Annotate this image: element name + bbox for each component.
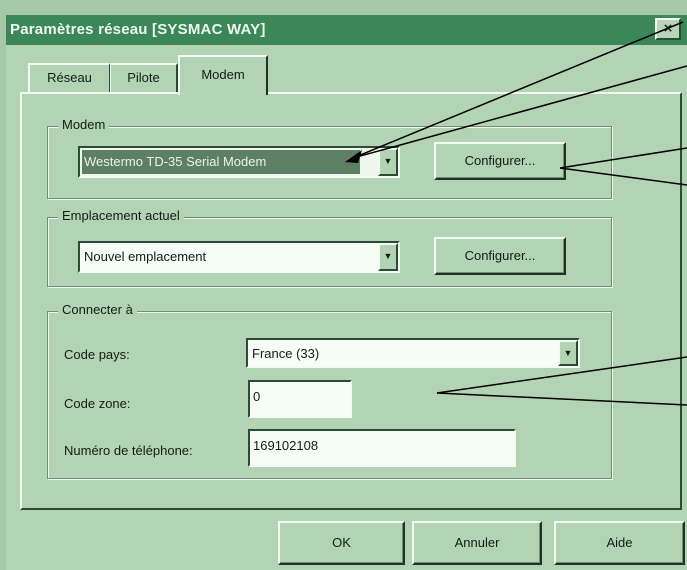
chevron-down-icon: ▼: [383, 251, 393, 261]
phone-number-label: Numéro de téléphone:: [64, 443, 193, 458]
country-dropdown-button[interactable]: ▼: [558, 340, 578, 366]
close-button[interactable]: ×: [655, 18, 681, 40]
modem-select-value: Westermo TD-35 Serial Modem: [82, 150, 360, 174]
country-code-value: France (33): [252, 346, 320, 361]
configure-location-button[interactable]: Configurer...: [434, 237, 566, 275]
location-group-label: Emplacement actuel: [58, 208, 184, 224]
tab-modem[interactable]: Modem: [178, 55, 268, 95]
close-icon: ×: [663, 20, 673, 37]
modem-group-label: Modem: [58, 117, 110, 133]
help-button[interactable]: Aide: [554, 521, 685, 565]
window-title: Paramètres réseau [SYSMAC WAY]: [10, 21, 266, 38]
tab-pilote[interactable]: Pilote: [110, 63, 178, 93]
configure-modem-button[interactable]: Configurer...: [434, 142, 566, 180]
area-code-input[interactable]: 0: [248, 380, 352, 418]
cancel-button[interactable]: Annuler: [412, 521, 542, 565]
connect-group-label: Connecter à: [58, 302, 137, 318]
location-select-value: Nouvel emplacement: [84, 249, 207, 264]
chevron-down-icon: ▼: [563, 348, 573, 358]
tab-reseau[interactable]: Réseau: [28, 63, 110, 93]
location-dropdown-button[interactable]: ▼: [378, 243, 398, 271]
phone-number-input[interactable]: 169102108: [248, 429, 516, 467]
location-select[interactable]: Nouvel emplacement ▼: [78, 241, 400, 273]
country-code-label: Code pays:: [64, 347, 130, 362]
modem-dropdown-button[interactable]: ▼: [378, 148, 398, 176]
area-code-label: Code zone:: [64, 396, 131, 411]
modem-select[interactable]: Westermo TD-35 Serial Modem ▼: [78, 146, 400, 178]
ok-button[interactable]: OK: [278, 521, 405, 565]
country-code-select[interactable]: France (33) ▼: [246, 338, 580, 368]
chevron-down-icon: ▼: [383, 156, 393, 166]
